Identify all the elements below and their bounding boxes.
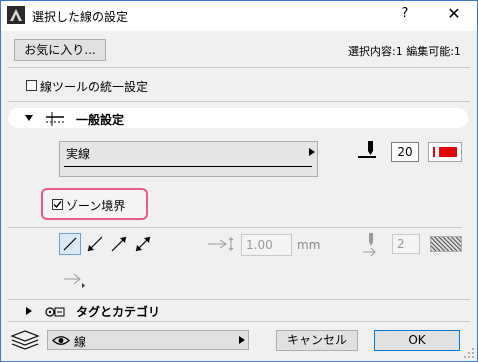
layer-name: 線 <box>74 335 87 349</box>
zone-boundary-checkbox[interactable] <box>52 199 63 210</box>
select-arrow-icon <box>309 148 315 156</box>
arrow-pen-color-swatch[interactable] <box>430 236 462 252</box>
arrow-size-icon <box>208 237 234 251</box>
arrow-pen-icon <box>363 233 376 256</box>
zone-boundary-label: ゾーン境界 <box>66 199 126 213</box>
selection-info: 選択内容:1 編集可能:1 <box>348 45 461 58</box>
divider <box>8 299 470 300</box>
line-preview <box>64 166 312 167</box>
pen-color-button[interactable] <box>428 142 462 162</box>
divider <box>8 227 462 228</box>
layers-icon <box>10 330 40 350</box>
pen-number-input[interactable]: 20 <box>391 142 419 162</box>
divider <box>8 321 470 322</box>
expand-down-icon[interactable] <box>25 115 33 121</box>
pen-color-swatch <box>439 147 457 157</box>
general-section-title: 一般設定 <box>76 113 125 127</box>
checkmark-icon <box>53 201 62 209</box>
favorites-button[interactable]: お気に入り... <box>14 39 106 61</box>
divider <box>8 67 470 68</box>
expand-right-icon[interactable] <box>26 307 32 315</box>
arrow-start-icon[interactable] <box>86 235 104 253</box>
unify-checkbox[interactable] <box>26 80 37 91</box>
unify-label: 線ツールの統一設定 <box>40 80 149 94</box>
arrow-pen-input[interactable]: 2 <box>392 234 420 254</box>
eye-icon <box>52 336 70 345</box>
line-tool-icon <box>46 112 64 126</box>
line-type-select[interactable]: 実線 <box>59 141 318 177</box>
arrow-size-unit: mm <box>297 238 321 252</box>
arrow-both-icon[interactable] <box>134 235 152 253</box>
arrow-none-button[interactable] <box>59 233 81 255</box>
window-title: 選択した線の設定 <box>32 10 129 24</box>
tags-section-title: タグとカテゴリ <box>76 305 161 319</box>
close-button[interactable]: ✕ <box>442 4 466 23</box>
line-no-arrow-icon <box>63 237 77 251</box>
tag-icon <box>45 307 65 317</box>
divider <box>8 101 470 102</box>
arrowhead-style-icon[interactable] <box>62 270 88 288</box>
ok-button[interactable]: OK <box>374 330 460 351</box>
cancel-button[interactable]: キャンセル <box>276 330 358 351</box>
archicad-app-icon <box>7 6 25 24</box>
arrow-end-icon[interactable] <box>110 235 128 253</box>
arrow-size-input[interactable]: 1.00 <box>241 234 292 256</box>
layer-select[interactable]: 線 <box>47 330 249 350</box>
resize-grip-icon[interactable] <box>463 347 475 359</box>
help-button[interactable]: ? <box>395 6 415 21</box>
line-type-value: 実線 <box>66 147 91 161</box>
select-arrow-icon <box>239 336 245 344</box>
pen-color-marker <box>433 147 435 157</box>
pen-icon <box>358 141 376 158</box>
